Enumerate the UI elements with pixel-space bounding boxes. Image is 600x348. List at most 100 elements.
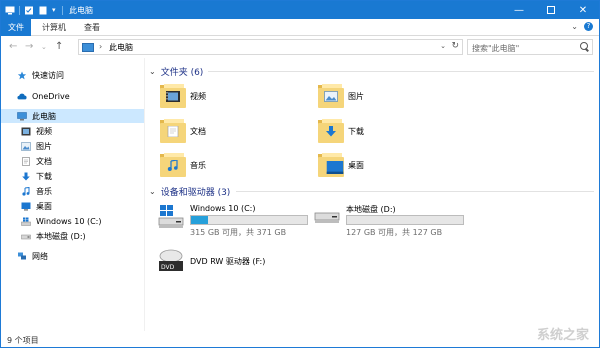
drive-c[interactable]: Windows 10 (C:) 315 GB 可用，共 371 GB — [158, 204, 318, 238]
explorer-window: ▾ 此电脑 — ✕ 文件 计算机 查看 ⌄ ? ← → ⌄ ↑ › 此电脑 ⌄ … — [0, 0, 600, 348]
nav-item-documents[interactable]: 文档 — [1, 154, 144, 168]
up-arrow-icon[interactable]: ↑ — [55, 41, 63, 52]
nav-label: 此电脑 — [32, 111, 56, 121]
nav-label: 本地磁盘 (D:) — [36, 231, 86, 241]
ribbon: 文件 计算机 查看 ⌄ ? — [1, 19, 599, 36]
nav-label: 音乐 — [36, 186, 52, 196]
windows-drive-icon — [158, 205, 184, 228]
chevron-down-icon[interactable]: ⌄ — [149, 187, 156, 196]
close-button[interactable]: ✕ — [567, 1, 599, 19]
back-arrow-icon[interactable]: ← — [9, 41, 17, 52]
folders-section-title: 文件夹 (6) — [160, 67, 204, 78]
drive-d[interactable]: 本地磁盘 (D:) 127 GB 可用，共 127 GB — [314, 204, 474, 238]
drives-section-header[interactable]: ⌄ 设备和驱动器 (3) — [149, 184, 230, 198]
picture-icon — [21, 141, 31, 151]
address-bar[interactable]: › 此电脑 ⌄ ↻ — [78, 39, 463, 55]
nav-label: 下载 — [36, 171, 52, 181]
dvd-drive-icon: DVD — [159, 249, 183, 271]
folder-label: 音乐 — [190, 160, 206, 170]
video-folder-icon — [160, 83, 186, 109]
folder-documents[interactable]: 文档 — [160, 116, 206, 146]
divider — [208, 71, 594, 72]
nav-item-downloads[interactable]: 下载 — [1, 169, 144, 183]
nav-label: 桌面 — [36, 201, 52, 211]
network-icon — [18, 252, 26, 259]
nav-item-drive-c[interactable]: Windows 10 (C:) — [1, 214, 144, 228]
folder-downloads[interactable]: 下载 — [318, 116, 364, 146]
tab-view[interactable]: 查看 — [77, 19, 107, 36]
breadcrumb-chevron-icon[interactable]: › — [99, 42, 102, 51]
nav-label: 图片 — [36, 141, 52, 151]
nav-label: 视频 — [36, 126, 52, 136]
desktop-icon — [21, 202, 31, 210]
watermark: 系统之家 — [536, 328, 589, 343]
drive-label: 本地磁盘 (D:) — [346, 205, 396, 214]
tab-file[interactable]: 文件 — [1, 19, 31, 36]
picture-folder-icon — [318, 83, 344, 109]
title-bar: ▾ 此电脑 — ✕ — [1, 1, 599, 19]
drive-capacity: 127 GB 可用，共 127 GB — [346, 228, 443, 237]
video-icon — [21, 127, 31, 135]
divider — [236, 191, 594, 192]
nav-label: Windows 10 (C:) — [36, 216, 102, 226]
divider — [62, 5, 63, 15]
drive-usage-fill — [191, 216, 209, 224]
download-icon — [22, 172, 30, 180]
breadcrumb-this-pc[interactable]: 此电脑 — [109, 42, 133, 53]
nav-item-desktop[interactable]: 桌面 — [1, 199, 144, 213]
refresh-icon[interactable]: ↻ — [451, 41, 459, 51]
properties-icon[interactable] — [24, 6, 34, 15]
minimize-icon: — — [514, 4, 524, 16]
nav-item-network[interactable]: 网络 — [1, 249, 144, 263]
recent-locations-icon[interactable]: ⌄ — [41, 43, 47, 51]
drive-label: Windows 10 (C:) — [190, 204, 256, 213]
nav-item-this-pc[interactable]: 此电脑 — [1, 109, 144, 123]
nav-item-onedrive[interactable]: OneDrive — [1, 89, 144, 103]
nav-item-music[interactable]: 音乐 — [1, 184, 144, 198]
help-icon[interactable]: ? — [584, 22, 593, 31]
quick-access-toolbar: ▾ — [5, 3, 63, 17]
folder-label: 图片 — [348, 91, 364, 101]
folder-pictures[interactable]: 图片 — [318, 81, 364, 111]
nav-label: OneDrive — [32, 91, 70, 101]
new-folder-icon[interactable] — [38, 6, 48, 15]
folder-music[interactable]: 音乐 — [160, 150, 206, 180]
svg-text:DVD: DVD — [161, 264, 175, 271]
navigation-pane: 快速访问 OneDrive 此电脑 视频 图片 文档 下载 音乐 桌面 Wind… — [1, 58, 145, 331]
search-placeholder: 搜索"此电脑" — [472, 44, 520, 53]
drive-label: DVD RW 驱动器 (F:) — [190, 257, 266, 266]
address-dropdown-icon[interactable]: ⌄ — [440, 42, 446, 50]
nav-item-drive-d[interactable]: 本地磁盘 (D:) — [1, 229, 144, 243]
status-bar: 9 个项目 系统之家 — [1, 328, 599, 347]
ribbon-controls: ⌄ ? — [571, 22, 593, 31]
computer-icon — [82, 43, 94, 52]
star-icon — [17, 70, 27, 79]
folders-section-header[interactable]: ⌄ 文件夹 (6) — [149, 64, 203, 78]
minimize-button[interactable]: — — [503, 1, 535, 19]
expand-ribbon-icon[interactable]: ⌄ — [571, 22, 578, 31]
maximize-button[interactable] — [535, 1, 567, 19]
folder-label: 桌面 — [348, 160, 364, 170]
customize-dropdown-icon[interactable]: ▾ — [52, 6, 58, 15]
divider — [19, 5, 20, 15]
folder-desktop[interactable]: 桌面 — [318, 150, 364, 180]
drive-capacity: 315 GB 可用，共 371 GB — [190, 228, 287, 237]
folder-videos[interactable]: 视频 — [160, 81, 206, 111]
window-title: 此电脑 — [69, 6, 93, 15]
item-count: 9 个项目 — [7, 336, 39, 345]
music-folder-icon — [160, 152, 186, 178]
document-icon — [22, 156, 30, 166]
drive-icon — [21, 234, 31, 239]
nav-item-quick-access[interactable]: 快速访问 — [1, 68, 144, 82]
nav-item-pictures[interactable]: 图片 — [1, 139, 144, 153]
chevron-down-icon[interactable]: ⌄ — [149, 67, 156, 76]
search-input[interactable]: 搜索"此电脑" — [467, 39, 593, 55]
search-icon[interactable] — [580, 42, 588, 50]
forward-arrow-icon[interactable]: → — [25, 41, 33, 52]
tab-computer[interactable]: 计算机 — [37, 19, 71, 36]
maximize-icon — [547, 6, 555, 14]
computer-icon — [5, 6, 15, 14]
drive-dvd[interactable]: DVD DVD RW 驱动器 (F:) — [158, 248, 318, 278]
music-icon — [22, 186, 30, 196]
nav-item-videos[interactable]: 视频 — [1, 124, 144, 138]
